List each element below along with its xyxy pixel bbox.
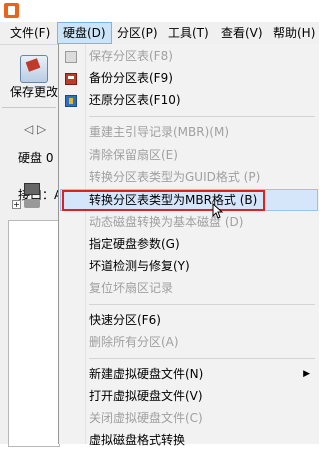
drive-node-icon[interactable]: [24, 199, 40, 208]
menu-item-label: 打开虚拟硬盘文件(V): [89, 389, 203, 403]
menu-item-clear-reserved-sectors[interactable]: 清除保留扇区(E): [60, 144, 318, 166]
mouse-pointer-icon: [212, 203, 224, 219]
menu-item-label: 新建虚拟硬盘文件(N): [89, 367, 204, 381]
menu-item-convert-to-mbr[interactable]: 转换分区表类型为MBR格式 (B): [60, 189, 318, 211]
menu-item-open-virtual-disk[interactable]: 打开虚拟硬盘文件(V): [60, 385, 318, 407]
menu-separator: [89, 358, 315, 359]
expand-toggle-icon[interactable]: +: [12, 200, 21, 209]
menu-item-bad-sector-check[interactable]: 坏道检测与修复(Y): [60, 255, 318, 277]
menu-item-virtual-disk-format-convert[interactable]: 虚拟磁盘格式转换: [60, 429, 318, 451]
menu-item-close-virtual-disk[interactable]: 关闭虚拟硬盘文件(C): [60, 407, 318, 429]
menu-item-label: 转换分区表类型为GUID格式 (P): [89, 170, 261, 184]
menu-item-label: 快速分区(F6): [89, 313, 161, 327]
app-logo-icon: [4, 3, 19, 18]
menu-item-quick-partition[interactable]: 快速分区(F6): [60, 309, 318, 331]
menu-item-save-partition-table[interactable]: 保存分区表(F8): [60, 45, 318, 67]
menu-item-label: 清除保留扇区(E): [89, 148, 178, 162]
toolbar-divider: [2, 107, 56, 108]
menu-item-label: 坏道检测与修复(Y): [89, 259, 190, 273]
backup-table-icon: [65, 73, 77, 85]
menu-disk[interactable]: 硬盘(D): [57, 22, 112, 44]
menu-item-label: 还原分区表(F10): [89, 93, 181, 107]
disk-number-label: 硬盘 0: [18, 151, 54, 165]
menu-item-label: 关闭虚拟硬盘文件(C): [89, 411, 203, 425]
restore-table-icon: [65, 95, 77, 107]
left-pane: 保存更改 ◁ ▷ 硬盘 0 接口：A: [0, 45, 62, 447]
menu-view[interactable]: 查看(V): [216, 22, 268, 44]
title-bar: [0, 0, 319, 22]
disk-node-icon[interactable]: [24, 183, 40, 195]
menu-item-specify-disk-params[interactable]: 指定硬盘参数(G): [60, 233, 318, 255]
menu-item-restore-partition-table[interactable]: 还原分区表(F10): [60, 89, 318, 111]
save-table-icon: [65, 51, 77, 63]
menu-item-label: 虚拟磁盘格式转换: [89, 433, 186, 447]
menu-partition[interactable]: 分区(P): [112, 22, 163, 44]
menu-item-new-virtual-disk[interactable]: 新建虚拟硬盘文件(N) ▶: [60, 363, 318, 385]
nav-arrows-icon[interactable]: ◁ ▷: [24, 122, 52, 136]
disk-tree[interactable]: [8, 220, 60, 447]
menu-item-reset-bad-sector-record[interactable]: 复位坏扇区记录: [60, 277, 318, 299]
menu-item-convert-to-guid[interactable]: 转换分区表类型为GUID格式 (P): [60, 166, 318, 188]
menu-item-label: 指定硬盘参数(G): [89, 237, 180, 251]
menu-item-delete-all-partitions[interactable]: 删除所有分区(A): [60, 331, 318, 353]
menu-item-dynamic-to-basic[interactable]: 动态磁盘转换为基本磁盘 (D): [60, 211, 318, 233]
menu-item-label: 备份分区表(F9): [89, 71, 173, 85]
menu-item-label: 删除所有分区(A): [89, 335, 179, 349]
menu-item-rebuild-mbr[interactable]: 重建主引导记录(MBR)(M): [60, 121, 318, 143]
menu-separator: [89, 116, 315, 117]
menu-tools[interactable]: 工具(T): [163, 22, 214, 44]
menu-item-label: 转换分区表类型为MBR格式 (B): [89, 193, 258, 207]
menu-help[interactable]: 帮助(H): [268, 22, 320, 44]
submenu-arrow-icon: ▶: [303, 369, 310, 379]
menu-item-label: 复位坏扇区记录: [89, 281, 174, 295]
disk-dropdown-menu: 保存分区表(F8) 备份分区表(F9) 还原分区表(F10) 重建主引导记录(M…: [58, 44, 319, 447]
save-changes-label[interactable]: 保存更改: [10, 83, 58, 100]
menu-item-backup-partition-table[interactable]: 备份分区表(F9): [60, 67, 318, 89]
menu-item-label: 保存分区表(F8): [89, 49, 173, 63]
menu-bar: 文件(F) 硬盘(D) 分区(P) 工具(T) 查看(V) 帮助(H): [0, 22, 319, 45]
menu-item-label: 重建主引导记录(MBR)(M): [89, 125, 230, 139]
menu-separator: [89, 304, 315, 305]
menu-file[interactable]: 文件(F): [5, 22, 55, 44]
save-changes-icon[interactable]: [20, 55, 48, 83]
